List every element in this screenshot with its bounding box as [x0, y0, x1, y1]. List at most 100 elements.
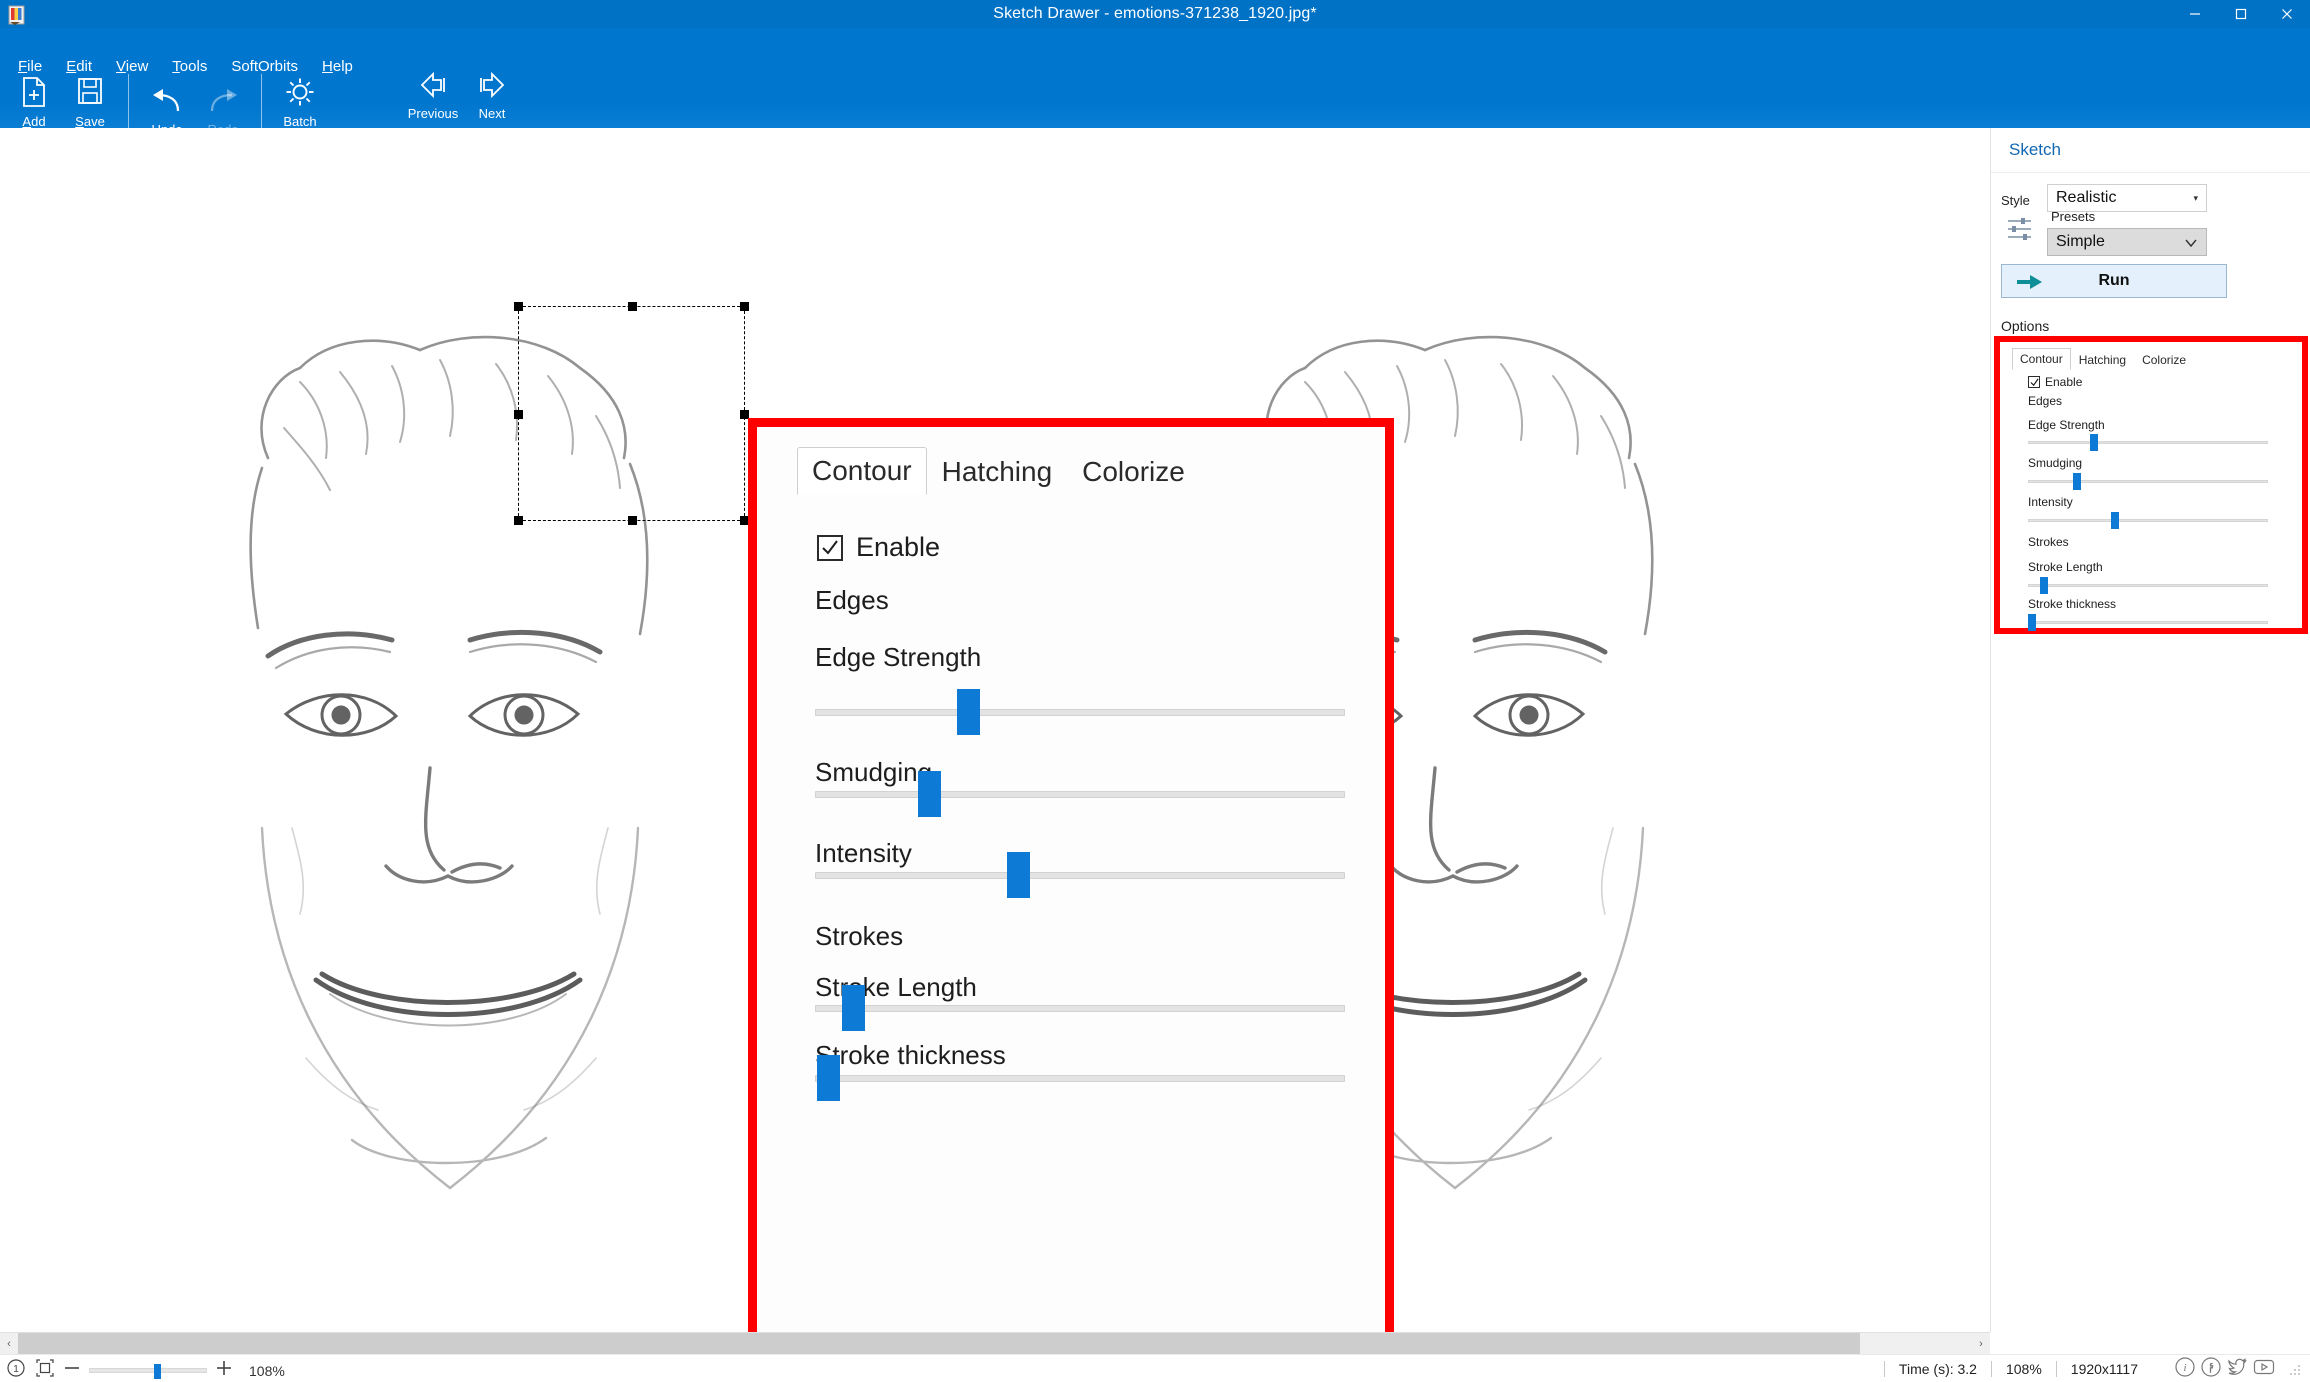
- slider-thumb[interactable]: [2040, 577, 2048, 594]
- callout-tab-hatching[interactable]: Hatching: [927, 448, 1068, 495]
- maximize-button[interactable]: [2218, 0, 2264, 28]
- zoom-out-icon[interactable]: [64, 1360, 80, 1381]
- presets-value: Simple: [2056, 233, 2105, 250]
- selection-handle-bottom-center[interactable]: [628, 516, 637, 525]
- sidebar-slider-intensity[interactable]: [2028, 512, 2268, 529]
- info-icon[interactable]: i: [2174, 1356, 2196, 1382]
- scroll-right-arrow-icon[interactable]: ›: [1972, 1333, 1990, 1355]
- slider-track[interactable]: [2028, 584, 2268, 587]
- zoom-slider-thumb[interactable]: [154, 1364, 161, 1379]
- zoom-actual-size-icon[interactable]: 1: [6, 1358, 26, 1382]
- next-button[interactable]: Next: [466, 68, 518, 121]
- callout-tab-strip: Contour Hatching Colorize: [797, 447, 1200, 495]
- slider-thumb[interactable]: [957, 689, 980, 735]
- slider-thumb[interactable]: [918, 771, 941, 817]
- slider-track[interactable]: [815, 1075, 1345, 1082]
- slider-track[interactable]: [815, 872, 1345, 879]
- callout-slider-stroke-length[interactable]: [815, 985, 1345, 1031]
- checkbox-icon[interactable]: [817, 534, 843, 561]
- selection-handle-top-right[interactable]: [740, 302, 749, 311]
- run-button[interactable]: Run: [2001, 264, 2227, 298]
- slider-thumb[interactable]: [1007, 852, 1030, 898]
- slider-thumb[interactable]: [2090, 434, 2098, 451]
- callout-tab-colorize[interactable]: Colorize: [1067, 448, 1200, 495]
- sidebar-enable-checkbox-row[interactable]: Enable: [2028, 375, 2082, 389]
- close-button[interactable]: [2264, 0, 2310, 28]
- options-label: Options: [2001, 318, 2050, 334]
- window-controls: [2172, 0, 2310, 28]
- previous-label: Previous: [407, 106, 459, 121]
- slider-thumb[interactable]: [842, 985, 865, 1031]
- chevron-down-icon: ▾: [2193, 192, 2198, 203]
- presets-dropdown[interactable]: Simple: [2047, 228, 2207, 256]
- status-right-group: Time (s): 3.2 108% 1920x1117 i: [1883, 1355, 2302, 1382]
- callout-section-strokes: Strokes: [815, 921, 904, 951]
- slider-track[interactable]: [2028, 480, 2268, 483]
- sidebar-slider-label-stroke-length: Stroke Length: [2028, 560, 2103, 574]
- slider-thumb[interactable]: [2111, 512, 2119, 529]
- selection-handle-middle-left[interactable]: [514, 410, 523, 419]
- sidebar-slider-label-smudging: Smudging: [2028, 456, 2083, 470]
- callout-slider-label-edge-strength: Edge Strength: [815, 642, 982, 672]
- chevron-down-icon: [2183, 235, 2199, 256]
- options-callout-magnifier: Contour Hatching Colorize Enable Edges E…: [748, 418, 1394, 1332]
- selection-rectangle[interactable]: [514, 302, 749, 525]
- gear-icon: [284, 76, 316, 111]
- slider-track[interactable]: [815, 709, 1345, 716]
- application-window: Sketch Drawer - emotions-371238_1920.jpg…: [0, 0, 2310, 1382]
- sidebar-tab-colorize[interactable]: Colorize: [2134, 349, 2194, 370]
- callout-enable-checkbox-row[interactable]: Enable: [817, 532, 940, 563]
- previous-button[interactable]: Previous: [400, 68, 466, 121]
- slider-track[interactable]: [2028, 621, 2268, 624]
- zoom-in-icon[interactable]: [216, 1360, 232, 1381]
- callout-slider-smudging[interactable]: [815, 771, 1345, 817]
- checkbox-icon[interactable]: [2028, 376, 2040, 388]
- slider-thumb[interactable]: [817, 1055, 840, 1101]
- callout-tab-contour[interactable]: Contour: [797, 447, 927, 495]
- slider-track[interactable]: [2028, 519, 2268, 522]
- scrollbar-thumb[interactable]: [18, 1333, 1860, 1355]
- image-canvas[interactable]: Contour Hatching Colorize Enable Edges E…: [0, 128, 1990, 1332]
- selection-handle-top-left[interactable]: [514, 302, 523, 311]
- add-file-icon: [19, 76, 49, 111]
- window-title: Sketch Drawer - emotions-371238_1920.jpg…: [993, 5, 1317, 22]
- sidebar-tab-strip: Contour Hatching Colorize: [2012, 348, 2194, 370]
- sidebar-slider-smudging[interactable]: [2028, 473, 2268, 490]
- zoom-controls: 1 108%: [6, 1358, 285, 1382]
- callout-slider-edge-strength[interactable]: [815, 689, 1345, 735]
- zoom-fit-icon[interactable]: [35, 1358, 55, 1382]
- callout-slider-intensity[interactable]: [815, 852, 1345, 898]
- callout-slider-stroke-thickness[interactable]: [815, 1055, 1345, 1101]
- svg-text:i: i: [2183, 1362, 2186, 1374]
- style-dropdown[interactable]: Realistic ▾: [2047, 184, 2207, 212]
- style-label: Style: [2001, 193, 2030, 208]
- slider-thumb[interactable]: [2028, 614, 2036, 631]
- zoom-slider[interactable]: [89, 1364, 207, 1379]
- facebook-icon[interactable]: [2200, 1356, 2222, 1382]
- youtube-icon[interactable]: [2252, 1356, 2276, 1382]
- callout-enable-label: Enable: [856, 532, 941, 562]
- presets-label: Presets: [2051, 209, 2096, 224]
- twitter-icon[interactable]: [2226, 1356, 2248, 1382]
- toolbar-ribbon: FFileile Edit View Tools SoftOrbits Help: [0, 28, 2310, 144]
- canvas-horizontal-scrollbar[interactable]: ‹ ›: [0, 1332, 1990, 1355]
- sidebar-slider-stroke-length[interactable]: [2028, 577, 2268, 594]
- next-label: Next: [478, 106, 506, 121]
- sidebar-slider-label-edge-strength: Edge Strength: [2028, 418, 2105, 432]
- resize-grip-icon[interactable]: [2288, 1362, 2302, 1376]
- sidebar-tab-contour[interactable]: Contour: [2012, 348, 2071, 370]
- slider-track[interactable]: [815, 791, 1345, 798]
- minimize-button[interactable]: [2172, 0, 2218, 28]
- sidebar-slider-stroke-thickness[interactable]: [2028, 614, 2268, 631]
- sidebar-tab-hatching[interactable]: Hatching: [2071, 349, 2134, 370]
- selection-handle-top-center[interactable]: [628, 302, 637, 311]
- sidebar-slider-edge-strength[interactable]: [2028, 434, 2268, 451]
- slider-thumb[interactable]: [2073, 473, 2081, 490]
- selection-handle-bottom-left[interactable]: [514, 516, 523, 525]
- run-label: Run: [2098, 272, 2130, 289]
- scroll-left-arrow-icon[interactable]: ‹: [0, 1333, 18, 1355]
- slider-track[interactable]: [815, 1005, 1345, 1012]
- undo-icon: [150, 88, 184, 119]
- slider-track[interactable]: [2028, 441, 2268, 444]
- sidebar-panel-title: Sketch: [2009, 140, 2061, 159]
